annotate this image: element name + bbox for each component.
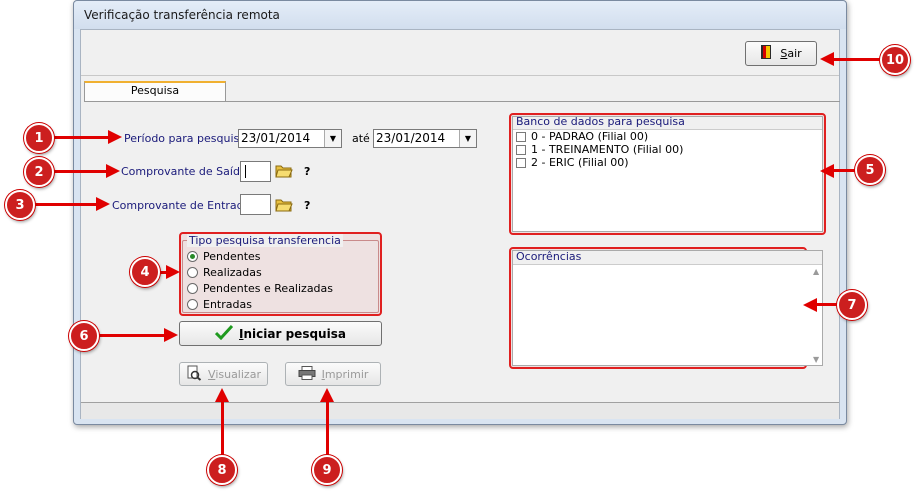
arrow-6-shaft — [98, 334, 166, 337]
arrow-8-shaft — [221, 398, 224, 456]
printer-icon — [298, 365, 316, 383]
sair-label: Sair — [780, 47, 802, 60]
folder-open-icon[interactable] — [275, 163, 293, 181]
checkbox[interactable] — [516, 144, 526, 155]
radio-label: Entradas — [203, 298, 252, 311]
banco-title: Banco de dados para pesquisa — [516, 115, 685, 128]
checkmark-icon — [214, 324, 234, 343]
banco-item-2[interactable]: 2 - ERIC (Filial 00) — [516, 156, 629, 169]
arrow-10-head — [820, 52, 834, 66]
tab-divider — [84, 101, 840, 102]
arrow-9-head — [320, 388, 334, 402]
tab-pesquisa[interactable]: Pesquisa — [84, 81, 226, 102]
radio-pendentes-e-realizadas[interactable]: Pendentes e Realizadas — [187, 282, 333, 295]
radio-label: Realizadas — [203, 266, 262, 279]
radio-label: Pendentes e Realizadas — [203, 282, 334, 295]
arrow-5-head — [820, 164, 834, 178]
date-from-value: 23/01/2014 — [241, 131, 311, 145]
checkbox[interactable] — [516, 131, 526, 142]
marker-3: 3 — [5, 190, 35, 220]
scroll-down-icon[interactable]: ▼ — [813, 355, 819, 364]
imprimir-label: Imprimir — [321, 367, 369, 381]
arrow-8-head — [215, 388, 229, 402]
arrow-4-head — [166, 265, 180, 279]
banco-item-1[interactable]: 1 - TREINAMENTO (Filial 00) — [516, 143, 683, 156]
ate-label: até — [352, 132, 370, 145]
date-from-picker[interactable]: 23/01/2014 ▼ — [238, 129, 342, 148]
arrow-1-shaft — [52, 136, 112, 139]
window-title: Verificação transferência remota — [84, 8, 280, 22]
arrow-2-shaft — [52, 170, 109, 173]
exit-door-icon — [760, 44, 774, 63]
radio-indicator — [187, 267, 198, 278]
banco-item-0[interactable]: 0 - PADRAO (Filial 00) — [516, 130, 648, 143]
radio-indicator — [187, 299, 198, 310]
arrow-2-head — [106, 164, 120, 178]
arrow-6-head — [164, 328, 178, 342]
banco-item-label: 0 - PADRAO (Filial 00) — [531, 130, 649, 143]
arrow-3-shaft — [34, 203, 98, 206]
banco-item-label: 1 - TREINAMENTO (Filial 00) — [531, 143, 684, 156]
marker-4: 4 — [130, 257, 160, 287]
arrow-1-head — [108, 130, 122, 144]
entrada-label: Comprovante de Entrada: — [112, 199, 255, 212]
arrow-10-shaft — [832, 58, 882, 61]
saida-label: Comprovante de Saída: — [121, 165, 251, 178]
scroll-up-icon[interactable]: ▲ — [813, 267, 819, 276]
marker-6: 6 — [69, 321, 99, 351]
saida-help[interactable]: ? — [304, 165, 310, 178]
tab-pesquisa-label: Pesquisa — [130, 84, 180, 97]
preview-magnifier-icon — [186, 365, 202, 384]
toolbar: Sair — [81, 30, 839, 76]
visualizar-label: Visualizar — [208, 367, 261, 381]
arrow-3-head — [96, 197, 110, 211]
status-bar — [81, 403, 839, 419]
marker-10: 10 — [880, 45, 910, 75]
iniciar-pesquisa-button[interactable]: Iniciar pesquisa — [179, 321, 382, 346]
tipo-pesquisa-title: Tipo pesquisa transferencia — [187, 234, 343, 247]
marker-7: 7 — [837, 290, 867, 320]
radio-pendentes[interactable]: Pendentes — [187, 250, 261, 263]
marker-2: 2 — [24, 157, 54, 187]
ocorrencias-title: Ocorrências — [516, 250, 582, 263]
marker-1: 1 — [24, 123, 54, 153]
date-to-picker[interactable]: 23/01/2014 ▼ — [373, 129, 477, 148]
radio-label: Pendentes — [203, 250, 261, 263]
banco-item-label: 2 - ERIC (Filial 00) — [531, 156, 629, 169]
chevron-down-icon[interactable]: ▼ — [324, 130, 341, 147]
folder-open-icon[interactable] — [275, 197, 293, 215]
imprimir-button[interactable]: Imprimir — [285, 362, 381, 386]
radio-entradas[interactable]: Entradas — [187, 298, 252, 311]
date-to-value: 23/01/2014 — [376, 131, 446, 145]
checkbox[interactable] — [516, 157, 526, 168]
arrow-7-head — [803, 298, 817, 312]
radio-indicator — [187, 283, 198, 294]
periodo-label: Período para pesquisa: — [124, 132, 250, 145]
visualizar-button[interactable]: Visualizar — [179, 362, 268, 386]
sair-button[interactable]: Sair — [745, 41, 817, 66]
radio-indicator — [187, 251, 198, 262]
entrada-help[interactable]: ? — [304, 199, 310, 212]
arrow-9-shaft — [326, 398, 329, 456]
entrada-input[interactable] — [240, 194, 271, 215]
marker-8: 8 — [207, 455, 237, 485]
marker-9: 9 — [312, 455, 342, 485]
iniciar-pesquisa-label: Iniciar pesquisa — [239, 326, 346, 341]
chevron-down-icon[interactable]: ▼ — [459, 130, 476, 147]
title-bar: Verificação transferência remota — [74, 1, 846, 29]
saida-input[interactable] — [240, 161, 271, 182]
marker-5: 5 — [855, 155, 885, 185]
text-cursor — [245, 165, 246, 178]
radio-realizadas[interactable]: Realizadas — [187, 266, 262, 279]
ocorrencias-panel — [512, 250, 823, 366]
